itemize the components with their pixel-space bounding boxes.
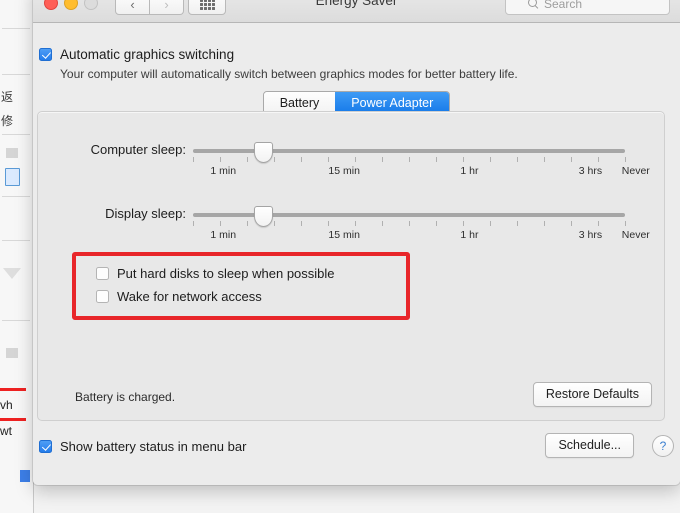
bg-divider	[2, 134, 30, 135]
hard-disk-sleep-label: Put hard disks to sleep when possible	[117, 266, 335, 281]
tick-label: Never	[621, 229, 650, 241]
wake-network-access-checkbox[interactable]	[96, 290, 109, 303]
bg-divider	[2, 240, 30, 241]
bg-divider	[2, 74, 30, 75]
bg-triangle-shape	[3, 268, 21, 279]
bg-blue-chip	[20, 470, 30, 482]
tick-label: 3 hrs	[578, 165, 603, 177]
show-battery-status-label: Show battery status in menu bar	[60, 439, 247, 454]
bg-red-rule	[0, 418, 26, 421]
settings-panel: Computer sleep: 1 min 15 min 1 hr 3 hrs …	[37, 111, 665, 421]
bg-red-rule	[0, 388, 26, 391]
help-button[interactable]: ?	[652, 435, 674, 457]
wake-network-access-label: Wake for network access	[117, 289, 262, 304]
energy-saver-window: ‹ › Energy Saver Search Automatic graphi…	[33, 0, 680, 485]
display-sleep-tick-labels: 1 min 15 min 1 hr 3 hrs Never	[193, 229, 649, 243]
search-placeholder: Search	[544, 0, 583, 11]
tick-label: Never	[621, 165, 650, 177]
computer-sleep-slider-track[interactable]	[193, 142, 625, 163]
show-battery-status-row[interactable]: Show battery status in menu bar	[39, 439, 246, 454]
bg-document-icon	[5, 168, 20, 186]
screenshot-root: 返 修 vh wt ‹ › Energy Saver Search Automa…	[0, 0, 680, 513]
tick-label: 1 min	[210, 165, 237, 177]
wake-network-access-row[interactable]: Wake for network access	[96, 289, 335, 304]
tick-label: 15 min	[328, 229, 360, 241]
bg-divider	[2, 320, 30, 321]
bg-cjk-text-1: 返	[1, 90, 14, 104]
search-icon	[528, 0, 539, 9]
display-sleep-slider-track[interactable]	[193, 206, 625, 227]
tick-label: 1 hr	[460, 229, 479, 241]
bg-divider	[2, 28, 30, 29]
bg-divider	[2, 196, 30, 197]
footer-bar: Show battery status in menu bar Schedule…	[33, 433, 680, 473]
tick-label: 1 min	[210, 229, 237, 241]
automatic-graphics-switching-description: Your computer will automatically switch …	[60, 67, 518, 81]
tick-label: 15 min	[328, 165, 360, 177]
bg-list-icon	[6, 348, 18, 358]
hard-disk-sleep-row[interactable]: Put hard disks to sleep when possible	[96, 266, 335, 281]
automatic-graphics-switching-section: Automatic graphics switching Your comput…	[33, 47, 680, 81]
computer-sleep-label: Computer sleep:	[90, 142, 186, 157]
window-titlebar: ‹ › Energy Saver Search	[33, 0, 680, 23]
search-field[interactable]: Search	[505, 0, 670, 15]
show-battery-status-checkbox[interactable]	[39, 440, 52, 453]
bg-list-icon	[6, 148, 18, 158]
sleep-options-list: Put hard disks to sleep when possible Wa…	[96, 266, 335, 312]
computer-sleep-tickmarks	[193, 157, 626, 163]
preferences-content: Automatic graphics switching Your comput…	[33, 23, 680, 485]
bg-text-fragment-2: wt	[0, 424, 12, 438]
automatic-graphics-switching-checkbox[interactable]	[39, 48, 52, 61]
computer-sleep-tick-labels: 1 min 15 min 1 hr 3 hrs Never	[193, 165, 649, 179]
hard-disk-sleep-checkbox[interactable]	[96, 267, 109, 280]
background-window[interactable]: 返 修 vh wt	[0, 0, 34, 513]
bg-text-fragment-1: vh	[0, 398, 13, 412]
bg-cjk-text-2: 修	[1, 114, 14, 128]
display-sleep-tickmarks	[193, 221, 626, 227]
automatic-graphics-switching-label: Automatic graphics switching	[60, 47, 235, 62]
schedule-button[interactable]: Schedule...	[545, 433, 634, 458]
tick-label: 3 hrs	[578, 229, 603, 241]
battery-status-text: Battery is charged.	[75, 390, 176, 404]
automatic-graphics-switching-row[interactable]: Automatic graphics switching	[33, 47, 680, 62]
display-sleep-label: Display sleep:	[105, 206, 186, 221]
restore-defaults-button[interactable]: Restore Defaults	[532, 382, 652, 407]
tick-label: 1 hr	[460, 165, 479, 177]
